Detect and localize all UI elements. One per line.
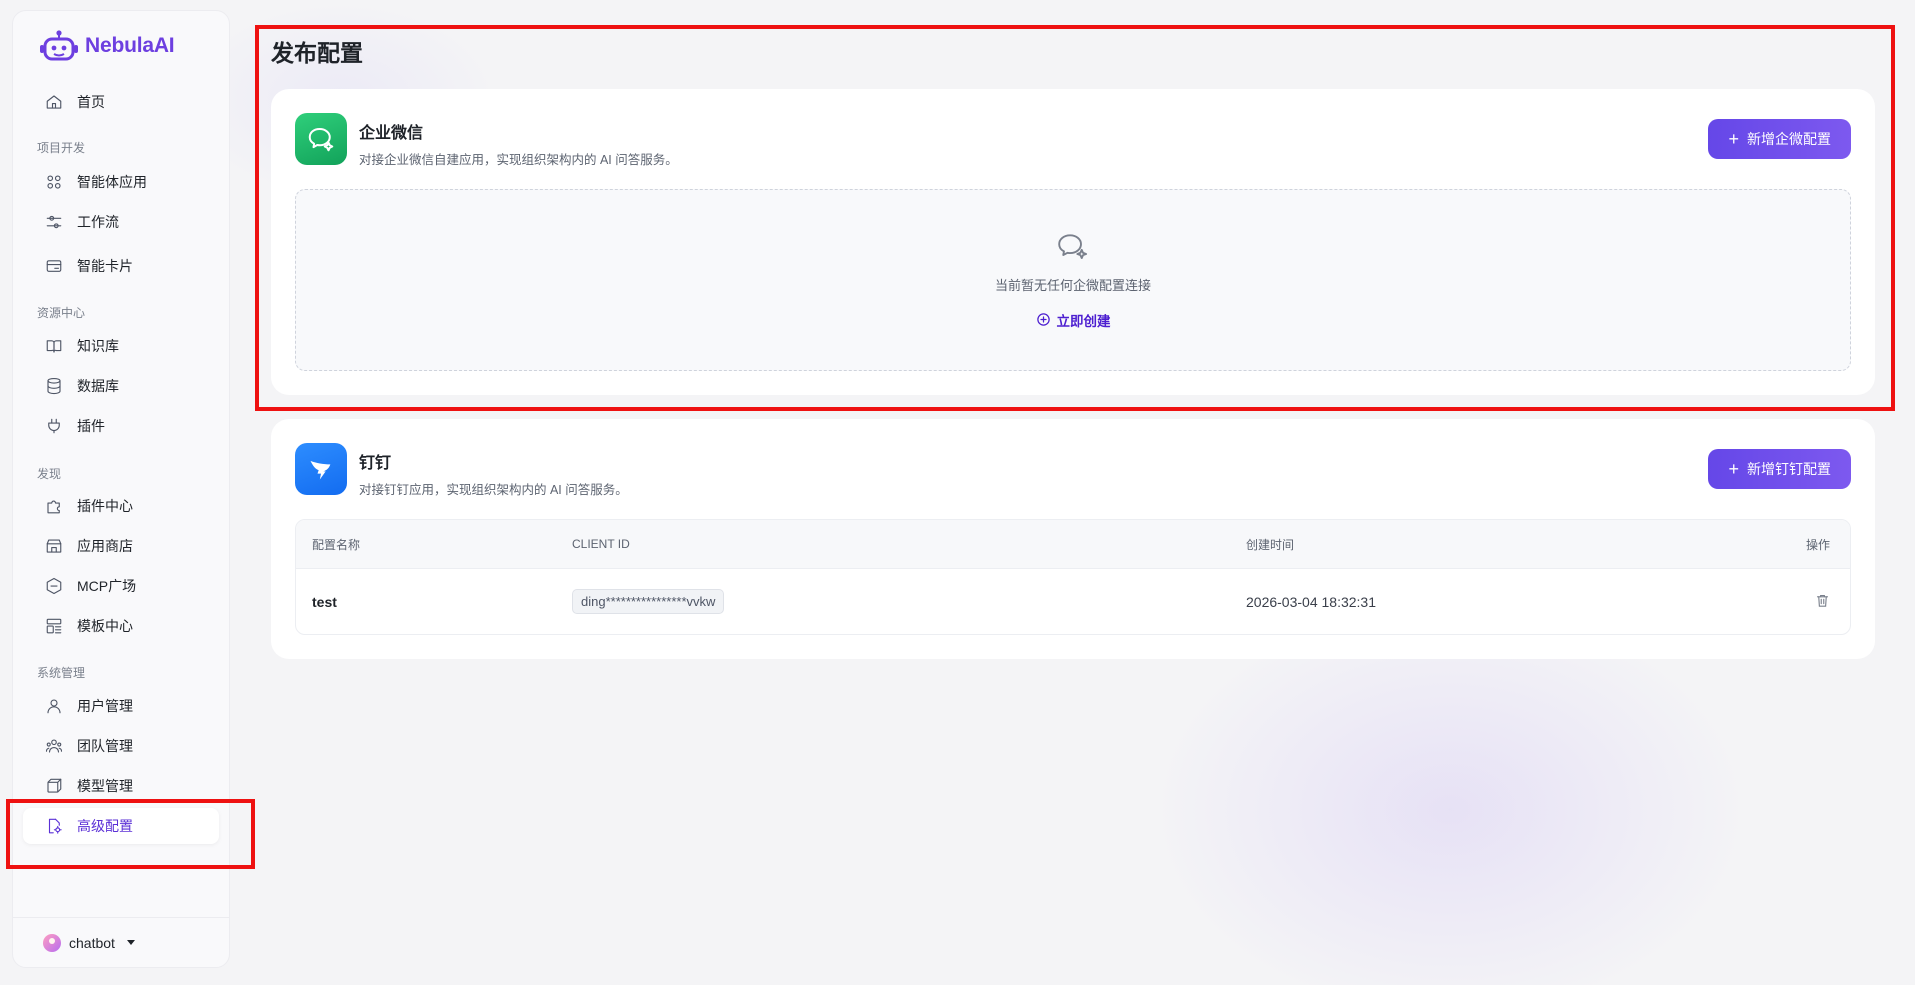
database-icon [47,377,61,395]
add-dingtalk-config-label: 新增钉钉配置 [1747,461,1831,477]
sidebar-item-label: 应用商店 [77,538,133,554]
user-menu[interactable]: chatbot [13,917,229,967]
sidebar-item-label: 插件中心 [77,498,133,514]
sidebar-item-label: 用户管理 [77,698,133,714]
sidebar-item-workflow[interactable]: 工作流 [23,204,219,240]
sidebar-item-plugin-center[interactable]: 插件中心 [23,488,219,524]
dingtalk-title: 钉钉 [359,455,392,472]
logo-text: NebulaAI [85,34,175,57]
sidebar-item-label: 智能体应用 [77,174,147,190]
sidebar-item-plugins[interactable]: 插件 [23,408,219,444]
sidebar-item-user-mgmt[interactable]: 用户管理 [23,688,219,724]
dingtalk-card-header: 钉钉 对接钉钉应用，实现组织架构内的 AI 问答服务。 [295,443,628,498]
home-icon [46,95,62,109]
add-dingtalk-config-button[interactable]: + 新增钉钉配置 [1708,449,1851,489]
trash-icon [1816,594,1829,607]
column-header-created: 创建时间 [1246,537,1295,552]
nav-group-resources: 资源中心 [37,306,86,320]
model-cube-icon [47,778,62,793]
sidebar-item-smart-card[interactable]: 智能卡片 [23,248,219,284]
sidebar-item-team-mgmt[interactable]: 团队管理 [23,728,219,764]
sidebar-item-label: 高级配置 [77,818,133,834]
nav-group-discover: 发现 [37,467,62,481]
template-icon [46,618,62,634]
sidebar-item-label: 模型管理 [77,778,133,794]
plus-circle-icon [1036,313,1050,326]
avatar [43,933,61,952]
robot-logo-icon [40,30,78,61]
mcp-icon [46,577,62,595]
column-header-client-id: CLIENT ID [572,537,630,551]
sidebar-item-label: MCP广场 [77,578,137,594]
wecom-app-icon [295,113,347,165]
sidebar-item-database[interactable]: 数据库 [23,368,219,404]
sidebar: NebulaAI 首页 项目开发 智能体应用 工作流 智能卡片 资源中心 知识库… [12,10,230,968]
wecom-empty-state: 当前暂无任何企微配置连接 立即创建 [295,189,1851,371]
table-row: test ding****************vvkw 2026-03-04… [296,568,1850,634]
workflow-icon [46,215,62,229]
wecom-card-header: 企业微信 对接企业微信自建应用，实现组织架构内的 AI 问答服务。 [295,113,678,168]
dingtalk-card: 钉钉 对接钉钉应用，实现组织架构内的 AI 问答服务。 + 新增钉钉配置 配置名… [271,419,1875,659]
wecom-desc: 对接企业微信自建应用，实现组织架构内的 AI 问答服务。 [359,153,678,167]
sidebar-item-mcp-square[interactable]: MCP广场 [23,568,219,604]
dingtalk-config-table: 配置名称 CLIENT ID 创建时间 操作 test ding********… [295,519,1851,635]
chat-bubble-sparkle-icon [1058,233,1088,259]
book-icon [46,340,62,353]
config-name-cell: test [312,593,337,610]
sidebar-item-label: 模板中心 [77,618,133,634]
plus-icon: + [1728,459,1739,479]
file-settings-icon [48,818,62,834]
created-time-cell: 2026-03-04 18:32:31 [1246,593,1376,610]
dingtalk-app-icon [295,443,347,495]
card-icon [46,260,62,272]
sidebar-item-app-store[interactable]: 应用商店 [23,528,219,564]
nav-group-system: 系统管理 [37,666,86,680]
sidebar-item-label: 数据库 [77,378,119,394]
caret-down-icon [126,940,135,945]
apps-grid-icon [47,175,61,189]
column-header-actions: 操作 [1805,537,1830,552]
delete-button[interactable] [1815,593,1830,611]
dingtalk-logo-icon [310,460,331,480]
dingtalk-desc: 对接钉钉应用，实现组织架构内的 AI 问答服务。 [359,483,628,497]
create-now-link[interactable]: 立即创建 [1036,310,1111,330]
sidebar-item-label: 团队管理 [77,738,133,754]
logo[interactable]: NebulaAI [39,29,175,63]
page-title: 发布配置 [271,40,363,66]
sidebar-item-home[interactable]: 首页 [23,84,219,120]
nav-group-dev: 项目开发 [37,141,86,155]
sidebar-item-label: 工作流 [77,214,119,230]
add-wecom-config-label: 新增企微配置 [1747,131,1831,147]
wecom-empty-text: 当前暂无任何企微配置连接 [994,277,1151,293]
user-icon [47,699,61,714]
sidebar-item-template-center[interactable]: 模板中心 [23,608,219,644]
sidebar-item-label: 首页 [77,94,105,110]
sidebar-item-label: 插件 [77,418,105,434]
chat-bubble-icon [308,128,334,152]
sidebar-item-model-mgmt[interactable]: 模型管理 [23,768,219,804]
actions-cell [1760,593,1850,611]
sidebar-item-advanced-config[interactable]: 高级配置 [23,808,219,844]
sidebar-item-label: 知识库 [77,338,119,354]
store-icon [46,539,62,553]
sidebar-item-agent-apps[interactable]: 智能体应用 [23,164,219,200]
sidebar-item-label: 智能卡片 [77,258,133,274]
plus-icon: + [1728,129,1739,149]
create-now-label: 立即创建 [1056,313,1111,329]
client-id-cell: ding****************vvkw [572,589,1246,614]
add-wecom-config-button[interactable]: + 新增企微配置 [1708,119,1851,159]
username: chatbot [69,934,115,951]
client-id-chip: ding****************vvkw [572,589,725,614]
column-header-name: 配置名称 [312,537,361,552]
plug-icon [48,418,60,434]
table-header: 配置名称 CLIENT ID 创建时间 操作 [296,520,1850,568]
wecom-title: 企业微信 [359,125,424,142]
wecom-card: 企业微信 对接企业微信自建应用，实现组织架构内的 AI 问答服务。 + 新增企微… [271,89,1875,395]
team-icon [45,739,63,753]
sidebar-item-knowledge[interactable]: 知识库 [23,328,219,364]
puzzle-icon [47,500,60,514]
